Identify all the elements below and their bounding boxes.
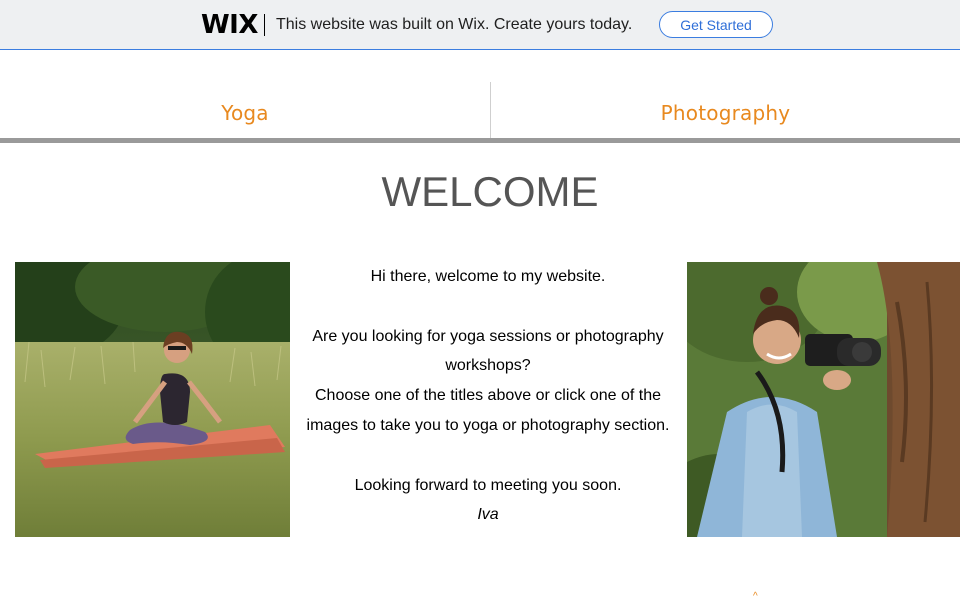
wix-banner-message: This website was built on Wix. Create yo… <box>276 16 633 33</box>
signature: Iva <box>477 506 499 524</box>
nav-item-photography[interactable]: Photography <box>491 82 960 138</box>
wix-logo[interactable]: WIX <box>201 10 258 40</box>
decorative-mark: ^ <box>753 591 758 602</box>
intro-line: Are you looking for yoga sessions or pho… <box>312 327 664 375</box>
intro-line: Hi there, welcome to my website. <box>370 268 606 285</box>
main-nav: Yoga Photography <box>0 82 960 138</box>
nav-item-yoga[interactable]: Yoga <box>0 82 490 138</box>
woman-with-camera-icon <box>687 262 960 537</box>
get-started-button[interactable]: Get Started <box>659 11 773 38</box>
nav-item-label: Yoga <box>221 101 269 125</box>
nav-item-label: Photography <box>660 101 791 125</box>
intro-spacer <box>298 441 678 471</box>
intro-spacer <box>298 292 678 322</box>
wix-banner: WIX This website was built on Wix. Creat… <box>0 0 960 50</box>
intro-text: Hi there, welcome to my website. Are you… <box>298 262 678 530</box>
page-title: WELCOME <box>381 168 599 215</box>
nav-underline-bar <box>0 138 960 143</box>
woman-meditating-icon <box>15 262 290 537</box>
photography-image[interactable] <box>687 262 960 537</box>
wix-divider <box>264 14 265 36</box>
intro-line: Looking forward to meeting you soon. <box>354 476 622 494</box>
intro-line: Choose one of the titles above or click … <box>306 387 670 434</box>
yoga-image[interactable] <box>15 262 290 537</box>
